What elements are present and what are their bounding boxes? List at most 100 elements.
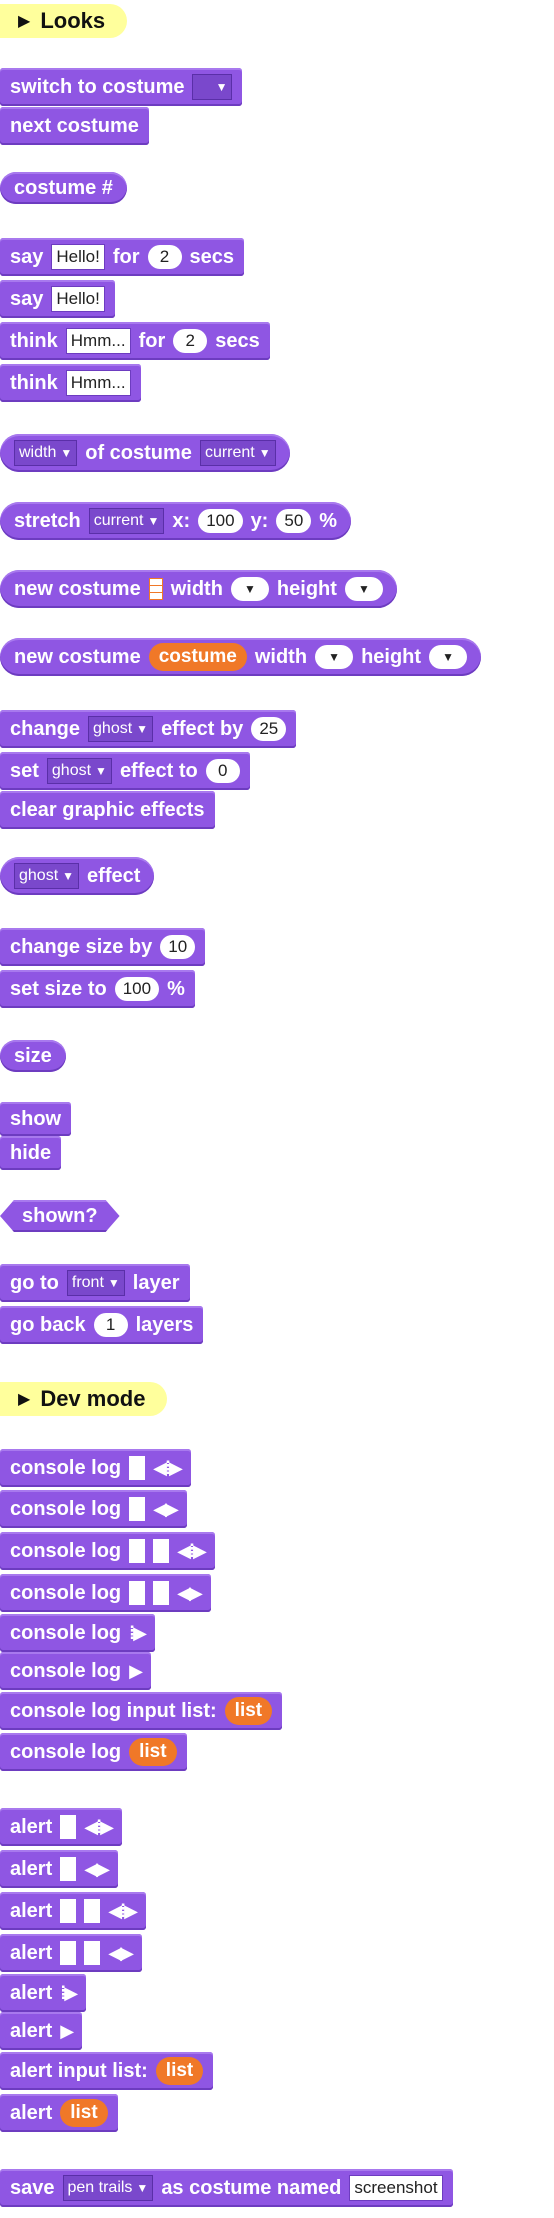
- message-input[interactable]: Hmm...: [65, 328, 131, 354]
- value-slot[interactable]: [153, 1539, 170, 1563]
- say-block[interactable]: say Hello!: [0, 280, 115, 318]
- effect-reporter[interactable]: ghost ▼ effect: [0, 857, 155, 895]
- height-dropdown[interactable]: ▼: [429, 645, 468, 669]
- alert-block[interactable]: alert ⁞▶: [0, 1974, 87, 2012]
- value-slot[interactable]: [84, 1941, 101, 1965]
- costume-name-input[interactable]: screenshot: [349, 2175, 443, 2201]
- height-dropdown[interactable]: ▼: [344, 577, 383, 601]
- size-reporter[interactable]: size: [0, 1040, 66, 1072]
- list-icon[interactable]: [148, 578, 163, 600]
- list-variable[interactable]: list: [60, 2099, 108, 2127]
- console-log-list-block[interactable]: console log list: [0, 1733, 187, 1771]
- layers-input[interactable]: 1: [93, 1313, 128, 1337]
- say-for-secs-block[interactable]: say Hello! for 2 secs: [0, 238, 245, 276]
- console-log-block[interactable]: console log ⁞▶: [0, 1614, 155, 1652]
- console-log-block[interactable]: console log ◀▶: [0, 1574, 211, 1612]
- width-dropdown[interactable]: ▼: [315, 645, 354, 669]
- console-log-block[interactable]: console log ▶: [0, 1652, 151, 1690]
- list-variable[interactable]: list: [155, 2057, 204, 2085]
- value-slot[interactable]: [129, 1456, 146, 1480]
- value-slot[interactable]: [60, 1941, 77, 1965]
- stretch-reporter[interactable]: stretch current ▼ x: 100 y: 50 %: [0, 502, 352, 540]
- attribute-of-costume-reporter[interactable]: width ▼ of costume current ▼: [0, 434, 290, 472]
- variadic-arrows-icon[interactable]: ◀⁞▶: [108, 1901, 138, 1922]
- console-log-input-list-block[interactable]: console log input list: list: [0, 1692, 283, 1730]
- costume-variable[interactable]: costume: [148, 643, 247, 671]
- variadic-arrows-icon[interactable]: ◀▶: [177, 1583, 203, 1604]
- alert-list-block[interactable]: alert list: [0, 2094, 118, 2132]
- variadic-arrows-icon[interactable]: ◀▶: [153, 1499, 179, 1520]
- variadic-arrows-icon[interactable]: ▶: [129, 1661, 143, 1682]
- costume-dropdown[interactable]: ▼: [192, 74, 233, 100]
- new-costume-reporter[interactable]: new costume width ▼ height ▼: [0, 570, 397, 608]
- pen-trails-dropdown[interactable]: pen trails ▼: [62, 2175, 154, 2201]
- width-dropdown[interactable]: ▼: [230, 577, 269, 601]
- save-as-costume-block[interactable]: save pen trails ▼ as costume named screen…: [0, 2169, 453, 2207]
- looks-category-header[interactable]: ▶ Looks: [0, 4, 128, 38]
- message-input[interactable]: Hello!: [51, 244, 105, 270]
- list-variable[interactable]: list: [129, 1738, 177, 1766]
- value-slot[interactable]: [60, 1815, 77, 1839]
- message-input[interactable]: Hello!: [51, 286, 105, 312]
- expand-triangle-icon[interactable]: ▶: [18, 11, 30, 31]
- alert-block[interactable]: alert ◀⁞▶: [0, 1808, 122, 1846]
- change-effect-block[interactable]: change ghost ▼ effect by 25: [0, 710, 297, 748]
- alert-block[interactable]: alert ◀▶: [0, 1934, 142, 1972]
- new-costume-var-reporter[interactable]: new costume costume width ▼ height ▼: [0, 638, 482, 676]
- show-block[interactable]: show: [0, 1102, 72, 1136]
- value-slot[interactable]: [84, 1899, 101, 1923]
- secs-input[interactable]: 2: [173, 329, 208, 353]
- size-change-input[interactable]: 10: [160, 935, 196, 959]
- alert-block[interactable]: alert ▶: [0, 2012, 83, 2050]
- value-slot[interactable]: [129, 1539, 146, 1563]
- effect-dropdown[interactable]: ghost ▼: [88, 716, 154, 742]
- value-slot[interactable]: [60, 1899, 77, 1923]
- set-effect-block[interactable]: set ghost ▼ effect to 0: [0, 752, 250, 790]
- console-log-block[interactable]: console log ◀⁞▶: [0, 1532, 215, 1570]
- set-size-block[interactable]: set size to 100 %: [0, 970, 195, 1008]
- variadic-arrows-icon[interactable]: ◀▶: [84, 1859, 110, 1880]
- variadic-arrows-icon[interactable]: ◀⁞▶: [84, 1817, 114, 1838]
- variadic-arrows-icon[interactable]: ⁞▶: [129, 1623, 147, 1644]
- secs-input[interactable]: 2: [147, 245, 182, 269]
- go-to-layer-block[interactable]: go to front ▼ layer: [0, 1264, 190, 1302]
- shown-predicate[interactable]: shown?: [0, 1200, 120, 1232]
- clear-graphic-effects-block[interactable]: clear graphic effects: [0, 791, 215, 829]
- x-input[interactable]: 100: [198, 509, 243, 533]
- value-slot[interactable]: [153, 1581, 170, 1605]
- value-slot[interactable]: [129, 1581, 146, 1605]
- effect-amount-input[interactable]: 25: [251, 717, 287, 741]
- console-log-block[interactable]: console log ◀▶: [0, 1490, 187, 1528]
- value-slot[interactable]: [60, 1857, 77, 1881]
- effect-value-input[interactable]: 0: [205, 759, 240, 783]
- list-variable[interactable]: list: [224, 1697, 273, 1725]
- value-slot[interactable]: [129, 1497, 146, 1521]
- hide-block[interactable]: hide: [0, 1136, 62, 1170]
- size-input[interactable]: 100: [114, 977, 160, 1001]
- alert-input-list-block[interactable]: alert input list: list: [0, 2052, 214, 2090]
- think-for-secs-block[interactable]: think Hmm... for 2 secs: [0, 322, 270, 360]
- alert-block[interactable]: alert ◀⁞▶: [0, 1892, 146, 1930]
- expand-triangle-icon[interactable]: ▶: [18, 1389, 30, 1409]
- variadic-arrows-icon[interactable]: ◀▶: [108, 1943, 134, 1964]
- effect-dropdown[interactable]: ghost ▼: [14, 863, 80, 889]
- variadic-arrows-icon[interactable]: ▶: [60, 2021, 74, 2042]
- message-input[interactable]: Hmm...: [65, 370, 131, 396]
- variadic-arrows-icon[interactable]: ◀⁞▶: [177, 1541, 207, 1562]
- go-back-layers-block[interactable]: go back 1 layers: [0, 1306, 204, 1344]
- costume-dropdown[interactable]: current ▼: [88, 508, 165, 534]
- next-costume-block[interactable]: next costume: [0, 107, 149, 145]
- change-size-block[interactable]: change size by 10: [0, 928, 206, 966]
- switch-to-costume-block[interactable]: switch to costume ▼: [0, 68, 243, 106]
- effect-dropdown[interactable]: ghost ▼: [46, 758, 112, 784]
- variadic-arrows-icon[interactable]: ◀⁞▶: [153, 1458, 183, 1479]
- layer-dropdown[interactable]: front ▼: [66, 1270, 125, 1296]
- attribute-dropdown[interactable]: width ▼: [14, 440, 78, 466]
- variadic-arrows-icon[interactable]: ⁞▶: [60, 1983, 78, 2004]
- think-block[interactable]: think Hmm...: [0, 364, 141, 402]
- costume-number-reporter[interactable]: costume #: [0, 172, 127, 204]
- dev-mode-category-header[interactable]: ▶ Dev mode: [0, 1382, 168, 1416]
- y-input[interactable]: 50: [276, 509, 312, 533]
- costume-dropdown[interactable]: current ▼: [199, 440, 276, 466]
- alert-block[interactable]: alert ◀▶: [0, 1850, 118, 1888]
